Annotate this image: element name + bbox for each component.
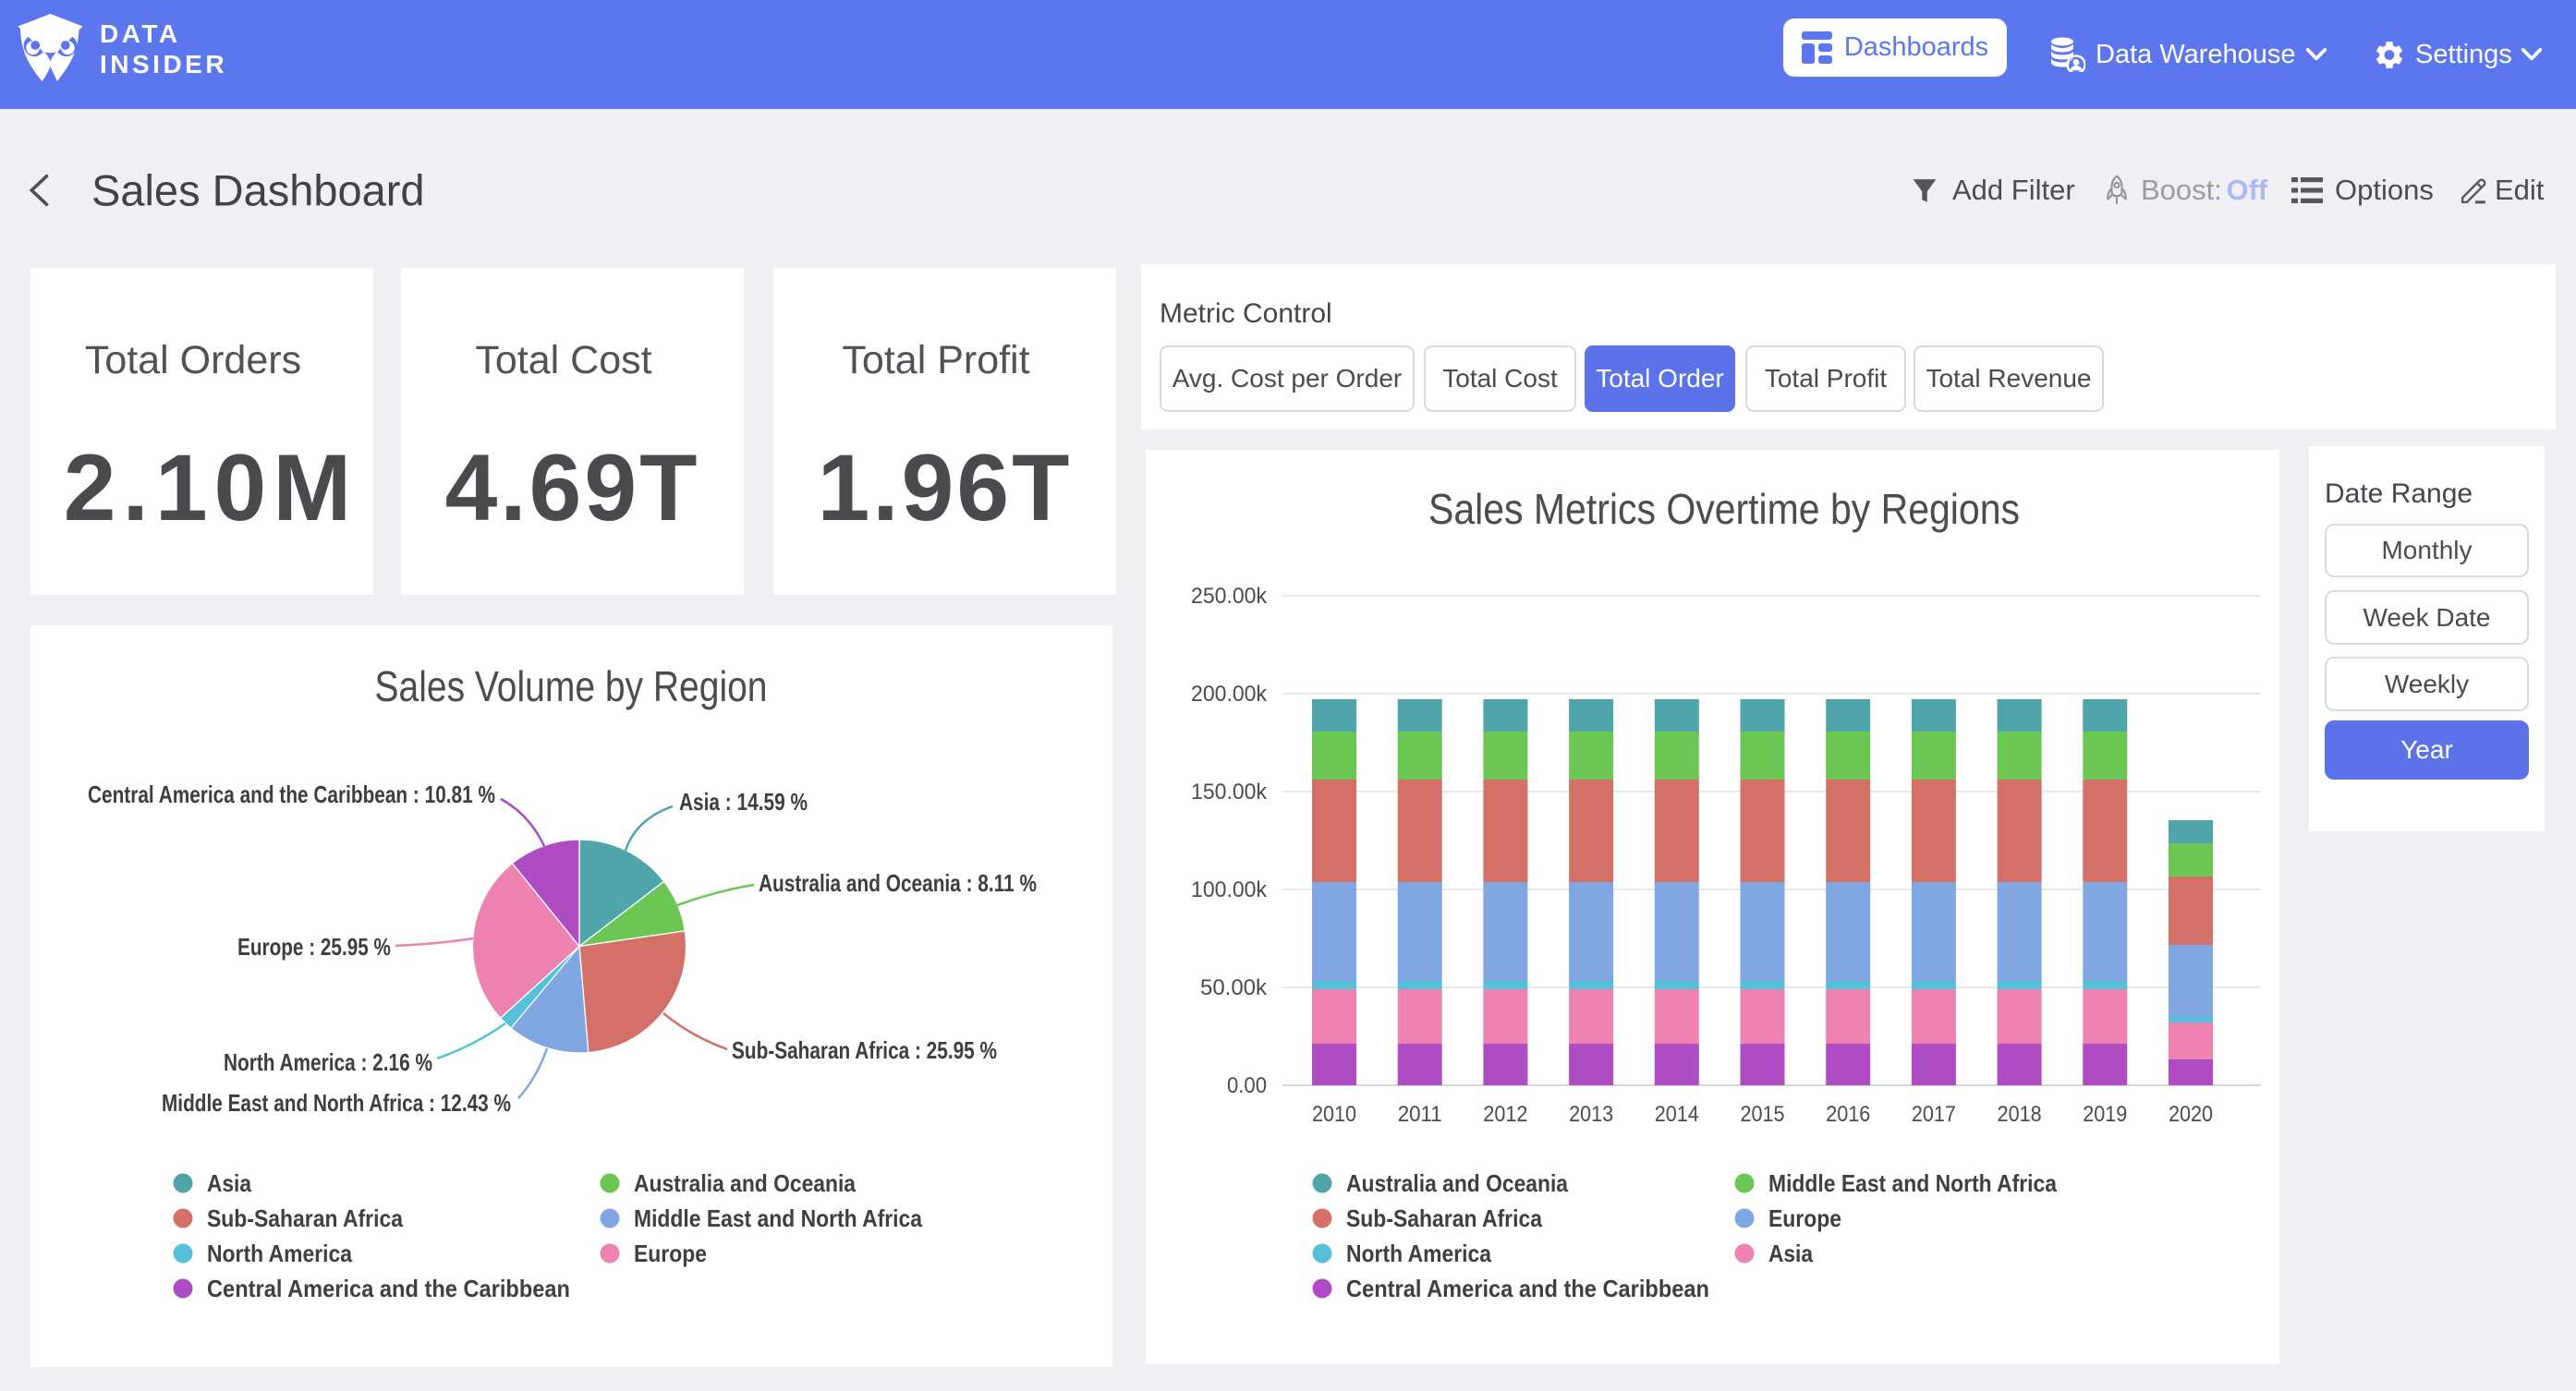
svg-text:Europe: Europe [1768, 1204, 1841, 1232]
svg-text:Europe: Europe [634, 1240, 707, 1267]
svg-text:North America: North America [207, 1240, 352, 1267]
svg-text:North America: North America [1346, 1240, 1491, 1267]
svg-text:Australia and Oceania: Australia and Oceania [634, 1169, 856, 1197]
svg-text:North America : 2.16 %: North America : 2.16 % [224, 1048, 432, 1076]
svg-text:Asia: Asia [207, 1169, 251, 1197]
svg-text:Central America and the Caribb: Central America and the Caribbean [207, 1275, 570, 1302]
svg-text:Middle East and North Africa: Middle East and North Africa [1768, 1169, 2057, 1197]
svg-text:Middle East and North Africa :: Middle East and North Africa : 12.43 % [162, 1089, 511, 1117]
svg-text:Central America and the Caribb: Central America and the Caribbean : 10.8… [88, 780, 495, 808]
svg-text:Sub-Saharan Africa: Sub-Saharan Africa [1346, 1204, 1542, 1232]
svg-text:Asia : 14.59 %: Asia : 14.59 % [679, 788, 808, 816]
svg-text:Europe : 25.95 %: Europe : 25.95 % [237, 933, 391, 961]
svg-text:Australia and Oceania : 8.11 %: Australia and Oceania : 8.11 % [759, 869, 1037, 897]
svg-text:Sales Volume by Region: Sales Volume by Region [375, 662, 768, 710]
svg-text:Sub-Saharan Africa: Sub-Saharan Africa [207, 1204, 403, 1232]
svg-text:Australia and Oceania: Australia and Oceania [1346, 1169, 1568, 1197]
svg-text:Asia: Asia [1768, 1240, 1813, 1267]
svg-text:Middle East and North Africa: Middle East and North Africa [634, 1204, 922, 1232]
svg-text:Sub-Saharan Africa : 25.95 %: Sub-Saharan Africa : 25.95 % [732, 1036, 997, 1064]
svg-text:Central America and the Caribb: Central America and the Caribbean [1346, 1275, 1709, 1302]
